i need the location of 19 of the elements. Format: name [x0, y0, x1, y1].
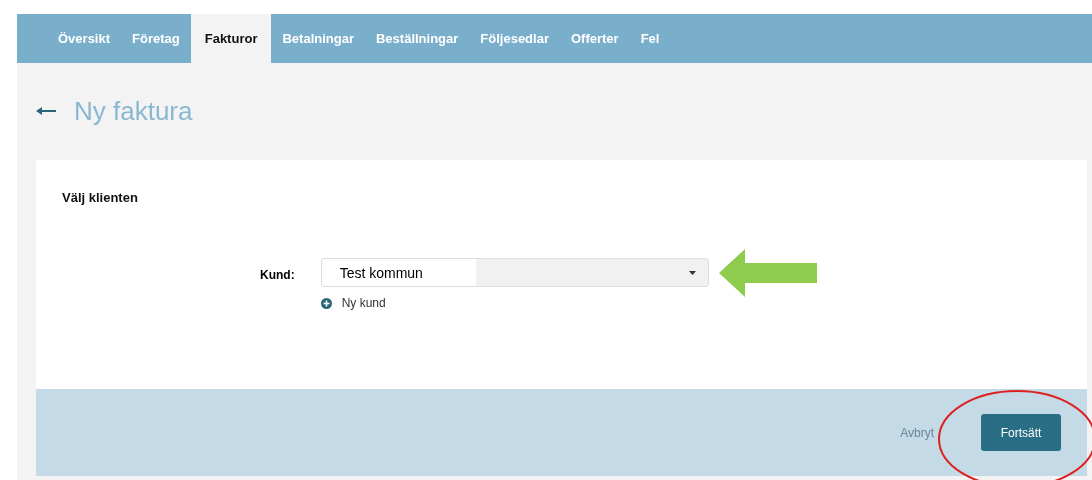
nav-tab[interactable]: Översikt [47, 14, 122, 63]
back-arrow-icon[interactable] [36, 106, 56, 116]
plus-circle-icon [320, 297, 332, 309]
nav-tab[interactable]: Företag [121, 14, 191, 63]
nav-tab[interactable]: Offerter [559, 14, 630, 63]
nav-tab[interactable]: Betalningar [271, 14, 365, 63]
field-label: Kund: [260, 268, 295, 282]
nav-tab[interactable]: Beställningar [364, 14, 470, 63]
caret-icon [688, 270, 696, 275]
section-title: Välj klienten [62, 190, 139, 205]
customer-dropdown[interactable]: Test kommun [320, 258, 709, 287]
new-customer-link[interactable]: Ny kund [320, 296, 709, 310]
page-title: Ny faktura [74, 95, 193, 127]
nav-tab[interactable]: Fakturor [190, 14, 272, 63]
continue-button[interactable]: Fortsätt [981, 414, 1061, 451]
nav-tab[interactable]: Följesedlar [469, 14, 560, 63]
arrow-icon [718, 249, 817, 297]
nav-tab[interactable]: Fel [629, 14, 671, 63]
cancel-link[interactable]: Avbryt [900, 425, 934, 440]
